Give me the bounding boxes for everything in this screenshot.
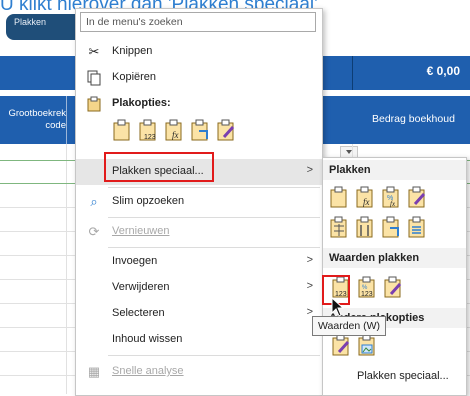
submenu-other-options-icons — [327, 334, 457, 358]
summary-divider — [352, 56, 353, 90]
menu-item-label: Verwijderen — [112, 281, 170, 293]
context-menu: In de menu's zoeken ✂ Knippen Kopiëren P… — [75, 8, 323, 396]
paste-option-icons: 123 fx — [112, 119, 252, 145]
paste-formatting-icon[interactable] — [216, 119, 236, 143]
menu-item-refresh: ⟳ Vernieuwen — [76, 219, 322, 245]
paste-keep-source-icon[interactable] — [407, 186, 427, 210]
menu-item-quick-analysis: ▦ Snelle analyse — [76, 359, 322, 385]
submenu-paste-special-label: Plakken speciaal... — [357, 370, 449, 382]
paste-no-borders-icon[interactable] — [329, 216, 349, 240]
copy-icon — [86, 70, 102, 86]
submenu-heading-paste-values: Waarden plakken — [329, 252, 420, 264]
svg-text:fx: fx — [172, 130, 179, 140]
column-divider — [66, 144, 67, 394]
paste-values-source-format-icon[interactable] — [383, 276, 403, 300]
menu-item-label: Plakopties: — [112, 97, 171, 109]
svg-text:fx: fx — [363, 197, 370, 207]
menu-divider — [108, 217, 320, 218]
paste-values-icon[interactable]: 123 — [138, 119, 158, 143]
chevron-right-icon: > — [306, 164, 313, 176]
chevron-right-icon: > — [306, 280, 313, 292]
menu-item-label: Kopiëren — [112, 71, 157, 83]
menu-item-label: Knippen — [112, 45, 153, 57]
submenu-paste-icons-row2 — [327, 216, 457, 240]
submenu-paste-icons: fx % fx — [327, 186, 457, 210]
menu-item-clear-contents[interactable]: Inhoud wissen — [76, 327, 322, 353]
paste-formulas-icon[interactable]: fx — [355, 186, 375, 210]
menu-search-input[interactable]: In de menu's zoeken — [80, 12, 316, 32]
menu-item-label: Vernieuwen — [112, 225, 170, 237]
menu-item-cut[interactable]: ✂ Knippen — [76, 39, 322, 65]
highlight-frame — [104, 152, 214, 182]
submenu-heading-paste: Plakken — [329, 164, 371, 176]
submenu-paste-special-item[interactable]: Plakken speciaal... — [323, 363, 466, 391]
paste-icon[interactable] — [112, 119, 132, 143]
menu-divider — [108, 247, 320, 248]
search-placeholder: In de menu's zoeken — [86, 16, 183, 28]
mouse-pointer-icon — [331, 297, 345, 317]
menu-item-label: Selecteren — [112, 307, 165, 319]
header-ledger-code: Grootboekrek code — [8, 108, 66, 131]
clipboard-icon — [86, 96, 102, 112]
tooltip: Waarden (W) — [312, 316, 387, 336]
header-amount: Bedrag boekhoud — [372, 113, 455, 125]
menu-item-copy[interactable]: Kopiëren — [76, 65, 322, 91]
header-divider — [66, 96, 67, 144]
menu-divider — [108, 187, 320, 188]
paste-transpose-icon[interactable] — [190, 119, 210, 143]
quick-analysis-icon: ▦ — [87, 364, 101, 379]
paste-icon[interactable] — [329, 186, 349, 210]
menu-heading-paste-options: Plakopties: — [76, 91, 322, 117]
menu-divider — [108, 355, 320, 356]
refresh-icon: ⟳ — [88, 224, 100, 239]
svg-text:fx: fx — [390, 200, 396, 208]
search-icon: ⌕ — [90, 194, 98, 209]
menu-item-smart-lookup[interactable]: ⌕ Slim opzoeken — [76, 189, 322, 215]
svg-text:123: 123 — [144, 134, 156, 141]
scissors-icon: ✂ — [88, 44, 100, 59]
amount-value: € 0,00 — [426, 64, 460, 78]
paste-column-widths-icon[interactable] — [355, 216, 375, 240]
paste-formatting-icon[interactable] — [331, 334, 351, 358]
chevron-right-icon: > — [306, 254, 313, 266]
menu-item-label: Slim opzoeken — [112, 195, 185, 207]
paste-formulas-numbers-icon[interactable]: %fx — [381, 186, 401, 210]
menu-item-select[interactable]: Selecteren > — [76, 301, 322, 327]
menu-item-label: Snelle analyse — [112, 365, 184, 377]
menu-item-insert[interactable]: Invoegen > — [76, 249, 322, 275]
menu-item-label: Invoegen — [112, 255, 158, 267]
menu-item-label: Inhoud wissen — [112, 333, 183, 345]
svg-text:123: 123 — [361, 291, 373, 298]
pill-label: Plakken — [14, 17, 47, 27]
paste-transpose-icon[interactable] — [381, 216, 401, 240]
paste-formulas-icon[interactable]: fx — [164, 119, 184, 143]
paste-button-thumbnail: Plakken — [6, 14, 84, 40]
menu-item-delete[interactable]: Verwijderen > — [76, 275, 322, 301]
paste-values-number-format-icon[interactable]: %123 — [357, 276, 377, 300]
paste-picture-icon[interactable] — [357, 334, 377, 358]
paste-link-icon[interactable] — [407, 216, 427, 240]
